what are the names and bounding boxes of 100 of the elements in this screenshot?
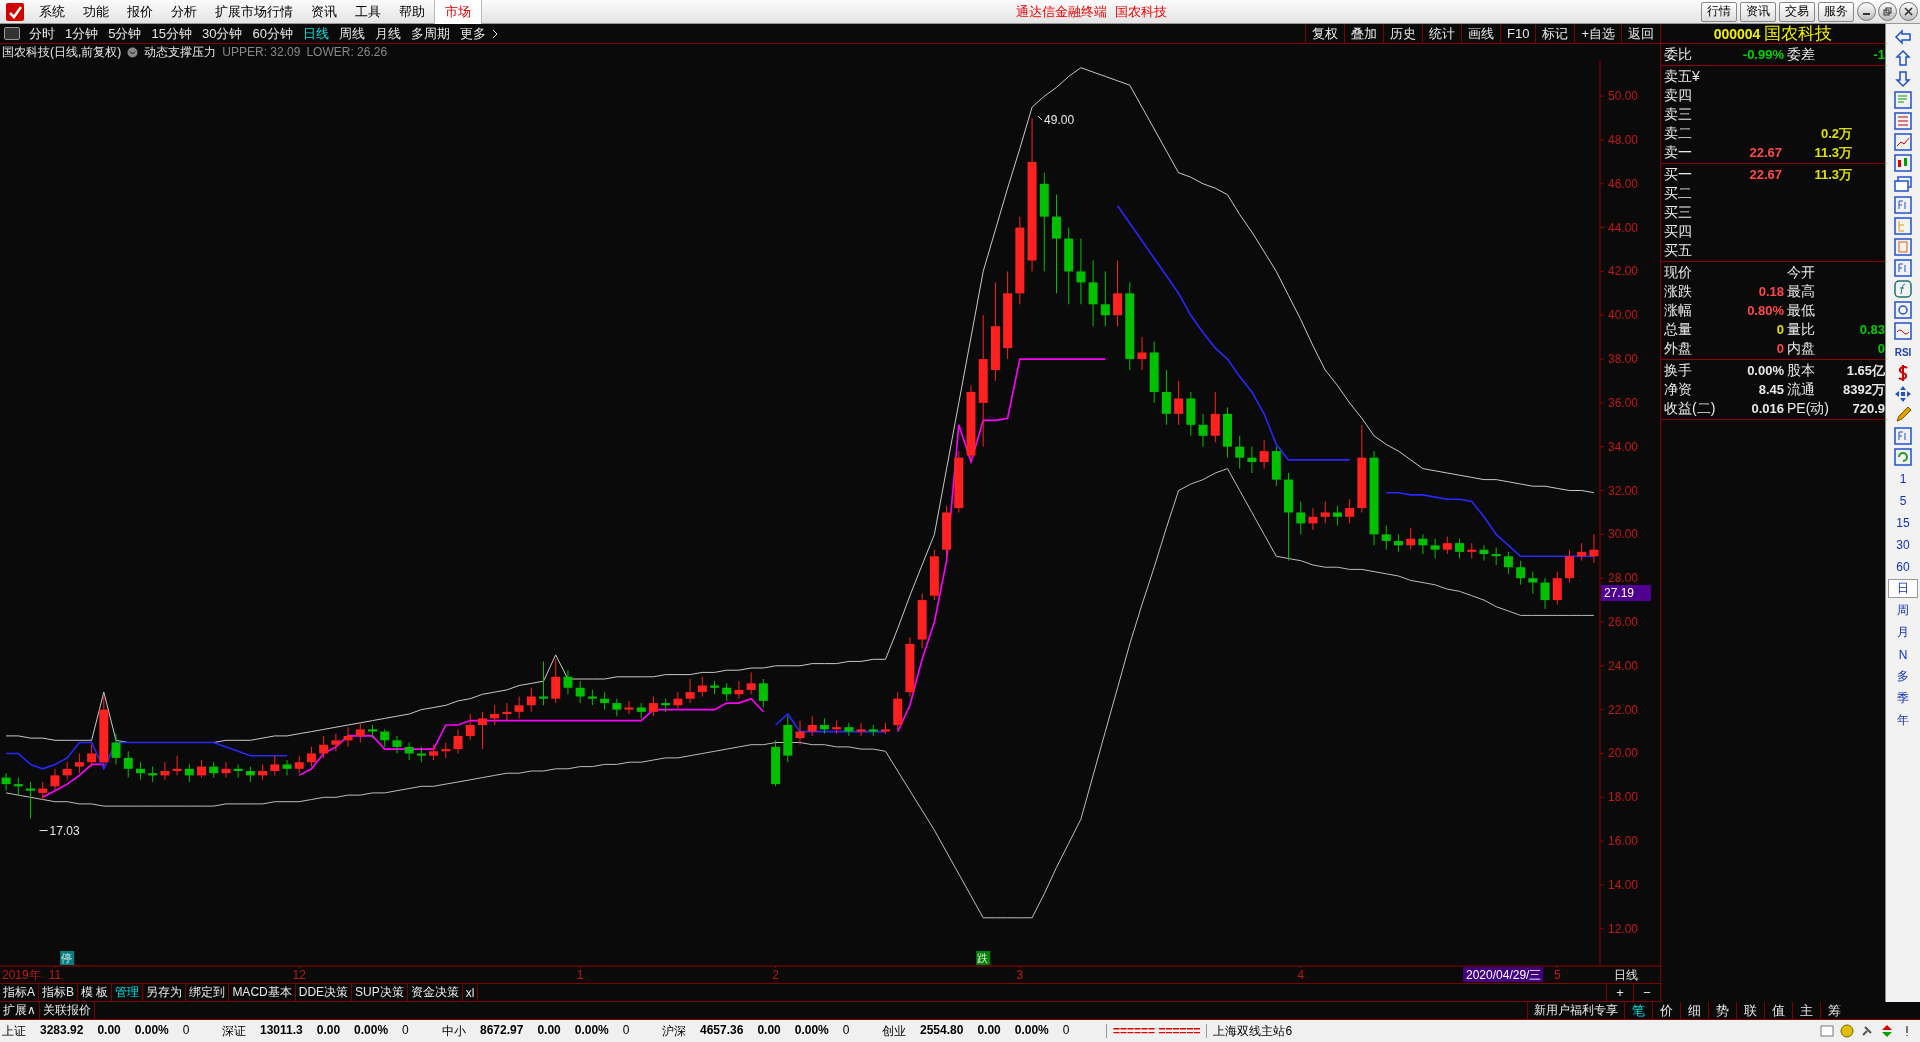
menu-item[interactable]: 分析 [162,0,206,24]
minimize-button[interactable] [1857,2,1876,21]
triangle-icon[interactable] [1880,1024,1894,1038]
menu-item[interactable]: 功能 [74,0,118,24]
period-tab[interactable]: 15分钟 [146,24,197,43]
pencil-icon[interactable] [1894,406,1912,424]
rsi-icon[interactable]: RSI [1894,343,1912,361]
view-tab[interactable]: 势 [1708,1002,1736,1019]
period-tab[interactable]: 1分钟 [60,24,104,43]
function-key-icon[interactable] [1894,196,1912,214]
period-tab[interactable]: 周线 [333,24,370,43]
top-button[interactable]: 交易 [1779,1,1815,22]
period-tab[interactable]: 分时 [24,24,60,43]
function-key-icon[interactable] [1894,427,1912,445]
top-button[interactable]: 资讯 [1740,1,1776,22]
view-tab[interactable]: 笔 [1624,1002,1652,1019]
toolbar-button[interactable]: 复权 [1305,23,1344,44]
view-tab[interactable]: 主 [1792,1002,1820,1019]
period-button[interactable]: 日 [1888,579,1918,598]
formula-icon[interactable] [1894,280,1912,298]
period-tab[interactable]: 5分钟 [103,24,147,43]
arrow-down-icon[interactable] [1894,70,1912,88]
close-button[interactable] [1899,2,1918,21]
period-tab[interactable]: 30分钟 [196,24,248,43]
arrow-left-icon[interactable] [1894,28,1912,46]
sub-tab[interactable]: 关联报价 [39,1002,95,1019]
function-key-icon[interactable] [1894,259,1912,277]
menu-item[interactable]: 工具 [346,0,390,24]
indicator-value: UPPER: 32.09 [222,45,301,59]
indicator-tab[interactable]: 模 板 [78,984,113,1001]
indicator-tab[interactable]: 指标A [0,984,39,1001]
promo-link[interactable]: 新用户福利专享 [1527,1002,1624,1019]
view-tab[interactable]: 筹 [1820,1002,1848,1019]
bookmark-icon[interactable] [1894,238,1912,256]
toolbar-button[interactable]: 画线 [1461,23,1500,44]
period-button[interactable]: 多 [1888,667,1918,686]
move-icon[interactable] [1894,385,1912,403]
coin-icon[interactable] [1840,1024,1854,1038]
top-button[interactable]: 服务 [1818,1,1854,22]
pin-icon[interactable] [1860,1024,1874,1038]
menu-item[interactable]: 资讯 [302,0,346,24]
toolbar-button[interactable]: F10 [1500,23,1536,44]
refresh-icon[interactable] [1894,448,1912,466]
period-tab[interactable]: 月线 [369,24,406,43]
period-tab[interactable]: 60分钟 [247,24,298,43]
period-button[interactable]: 15 [1888,513,1918,532]
period-button[interactable]: 5 [1888,491,1918,510]
menu-item[interactable]: 帮助 [390,0,434,24]
sub-tab[interactable]: 扩展∧ [0,1002,40,1019]
menu-item[interactable]: 市场 [434,0,482,24]
zoom-button[interactable]: + [1606,984,1633,1001]
indicator-tab[interactable]: 指标B [39,984,79,1001]
report-icon[interactable] [1894,91,1912,109]
toolbar-button[interactable]: 叠加 [1344,23,1383,44]
menu-item[interactable]: 报价 [118,0,162,24]
menu-item[interactable]: 扩展市场行情 [206,0,302,24]
candlestick [1259,439,1269,470]
period-button[interactable]: 年 [1888,711,1918,730]
period-tab[interactable]: 日线 [297,24,334,43]
view-tab[interactable]: 价 [1652,1002,1680,1019]
tree-icon[interactable] [1894,217,1912,235]
period-button[interactable]: 30 [1888,535,1918,554]
panel-toggle-button[interactable] [4,27,20,40]
toolbar-button[interactable]: 标记 [1535,23,1575,44]
toolbar-button[interactable]: 历史 [1383,23,1422,44]
period-button[interactable]: 月 [1888,623,1918,642]
wave-chart-icon[interactable] [1894,322,1912,340]
restore-button[interactable] [1878,2,1897,21]
arrow-up-icon[interactable] [1894,49,1912,67]
windows-icon[interactable] [1894,175,1912,193]
view-tab[interactable]: 联 [1736,1002,1764,1019]
chevron-right-icon[interactable] [490,28,499,39]
indicator-tab[interactable]: SUP决策 [352,984,408,1001]
period-button[interactable]: 季 [1888,689,1918,708]
view-tab[interactable]: 值 [1764,1002,1792,1019]
top-button[interactable]: 行情 [1701,1,1737,22]
period-tab[interactable]: 更多 [454,24,491,43]
period-button[interactable]: 1 [1888,469,1918,488]
indicator-tab[interactable]: DDE决策 [295,984,353,1001]
period-button[interactable]: 60 [1888,557,1918,576]
period-tab[interactable]: 多周期 [405,24,455,43]
indicator-tab[interactable]: 资金决策 [407,984,463,1001]
indicator-tab[interactable]: 管理 [112,984,144,1001]
period-button[interactable]: 周 [1888,601,1918,620]
indicator-tab[interactable]: MACD基本 [229,984,296,1001]
menu-item[interactable]: 系统 [30,0,74,24]
view-tab[interactable]: 细 [1680,1002,1708,1019]
dropdown-icon[interactable] [127,46,139,58]
indicator-tab[interactable]: 另存为 [143,984,187,1001]
candlestick-icon[interactable] [1894,154,1912,172]
period-button[interactable]: N [1888,645,1918,664]
toolbar-button[interactable]: 统计 [1422,23,1461,44]
indicator-tab[interactable]: xl [462,984,479,1001]
table-icon[interactable] [1894,112,1912,130]
toolbar-button[interactable]: +自选 [1574,23,1621,44]
indicator-tab[interactable]: 绑定到 [186,984,230,1001]
line-chart-icon[interactable] [1894,133,1912,151]
zoom-button[interactable]: − [1633,984,1660,1001]
toolbar-button[interactable]: 返回 [1621,23,1660,44]
indicator-name[interactable]: 动态支撑压力 [144,43,217,61]
